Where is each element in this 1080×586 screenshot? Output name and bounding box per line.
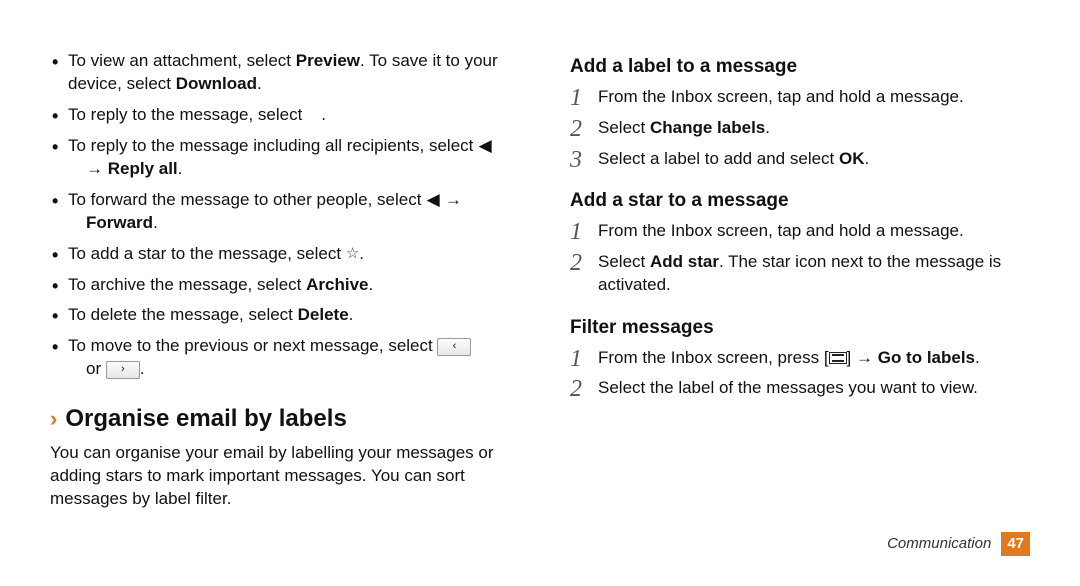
or-text: or (86, 359, 106, 378)
step-text: From the Inbox screen, tap and hold a me… (598, 87, 964, 106)
tip-reply-all: To reply to the message including all re… (50, 135, 510, 181)
text: To add a star to the message, select (68, 244, 346, 263)
bold-reply-all: Reply all (108, 159, 178, 178)
text: To move to the previous or next message,… (68, 336, 437, 355)
bold-download: Download (176, 74, 257, 93)
footer-page-number: 47 (1001, 532, 1030, 556)
subheading-filter: Filter messages (570, 315, 1030, 341)
tip-delete: To delete the message, select Delete. (50, 304, 510, 327)
text: . (369, 275, 374, 294)
tip-preview-download: To view an attachment, select Preview. T… (50, 50, 510, 96)
menu-icon (829, 352, 847, 364)
text: To forward the message to other people, … (68, 190, 426, 209)
reply-all-icon: ◀ (478, 135, 492, 158)
step-text: . (765, 118, 770, 137)
bold-delete: Delete (298, 305, 349, 324)
caret-icon: › (50, 406, 57, 431)
step-text: Select a label to add and select (598, 149, 839, 168)
text-line2: → Reply all. (68, 159, 182, 178)
footer-section-name: Communication (887, 535, 991, 552)
step-number: 1 (570, 216, 582, 248)
text: . (140, 359, 145, 378)
step-number: 2 (570, 373, 582, 405)
step-number: 1 (570, 82, 582, 114)
reply-icon-placeholder (307, 105, 321, 124)
text: To reply to the message, select (68, 105, 307, 124)
tips-list: To view an attachment, select Preview. T… (50, 50, 510, 381)
manual-page: To view an attachment, select Preview. T… (0, 0, 1080, 586)
text: . (359, 244, 364, 263)
step-3: 3Select a label to add and select OK. (570, 148, 1030, 171)
step-text: Select (598, 118, 650, 137)
tip-prev-next: To move to the previous or next message,… (50, 335, 510, 381)
prev-button-icon: ‹ (437, 338, 471, 356)
step-2: 2Select Add star. The star icon next to … (570, 251, 1030, 297)
step-number: 3 (570, 144, 582, 176)
steps-add-label: 1From the Inbox screen, tap and hold a m… (570, 86, 1030, 171)
text: . (178, 159, 183, 178)
subheading-add-star: Add a star to a message (570, 188, 1030, 214)
text: To reply to the message including all re… (68, 136, 478, 155)
tip-forward: To forward the message to other people, … (50, 189, 510, 235)
step-2: 2Select Change labels. (570, 117, 1030, 140)
step-text: ] → (847, 348, 878, 367)
step-text: Select the label of the messages you wan… (598, 378, 978, 397)
bold-preview: Preview (296, 51, 360, 70)
step-1: 1From the Inbox screen, tap and hold a m… (570, 220, 1030, 243)
subheading-add-label: Add a label to a message (570, 54, 1030, 80)
text: To delete the message, select (68, 305, 298, 324)
bold: Change labels (650, 118, 765, 137)
text-line2: or ›. (68, 359, 145, 378)
steps-add-star: 1From the Inbox screen, tap and hold a m… (570, 220, 1030, 297)
arrow-text: → (86, 159, 108, 178)
bold: OK (839, 149, 865, 168)
tip-archive: To archive the message, select Archive. (50, 274, 510, 297)
step-text: From the Inbox screen, press [ (598, 348, 829, 367)
section-heading-organise: › Organise email by labels (50, 403, 510, 435)
star-icon: ☆ (346, 244, 359, 264)
step-number: 2 (570, 247, 582, 279)
step-text: . (975, 348, 980, 367)
steps-filter: 1From the Inbox screen, press [] → Go to… (570, 347, 1030, 401)
bold-archive: Archive (306, 275, 368, 294)
step-1: 1From the Inbox screen, press [] → Go to… (570, 347, 1030, 370)
step-text: . (865, 149, 870, 168)
step-2: 2Select the label of the messages you wa… (570, 377, 1030, 400)
page-footer: Communication 47 (887, 532, 1030, 556)
arrow-text: → (440, 190, 462, 209)
text: . (257, 74, 262, 93)
section-paragraph: You can organise your email by labelling… (50, 442, 510, 511)
bold: Add star (650, 252, 719, 271)
text-line2: Forward. (68, 213, 158, 232)
text: To view an attachment, select (68, 51, 296, 70)
left-column: To view an attachment, select Preview. T… (40, 50, 520, 556)
step-text: From the Inbox screen, tap and hold a me… (598, 221, 964, 240)
text: . (153, 213, 158, 232)
step-number: 2 (570, 113, 582, 145)
section-title: Organise email by labels (65, 405, 346, 432)
text: . (349, 305, 354, 324)
right-column: Add a label to a message 1From the Inbox… (560, 50, 1040, 556)
bold-forward: Forward (86, 213, 153, 232)
tip-add-star: To add a star to the message, select ☆. (50, 243, 510, 266)
next-button-icon: › (106, 361, 140, 379)
step-text: Select (598, 252, 650, 271)
text: . (321, 105, 326, 124)
bold: Go to labels (878, 348, 975, 367)
step-1: 1From the Inbox screen, tap and hold a m… (570, 86, 1030, 109)
step-number: 1 (570, 343, 582, 375)
tip-reply: To reply to the message, select . (50, 104, 510, 127)
text: To archive the message, select (68, 275, 306, 294)
forward-icon: ◀ (426, 189, 440, 212)
